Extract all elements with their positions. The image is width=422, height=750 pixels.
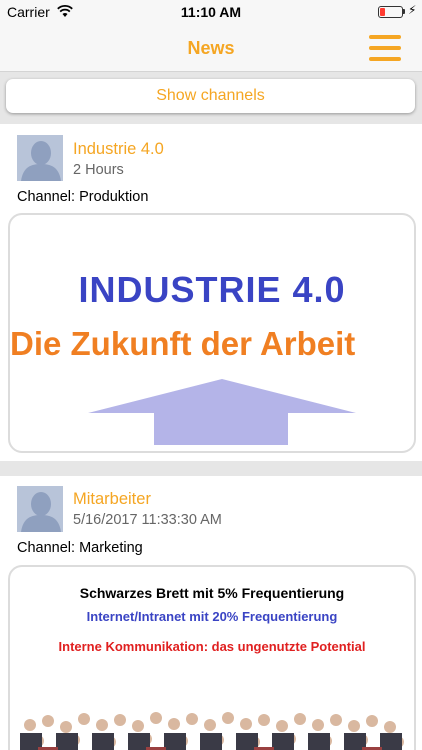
show-channels-button[interactable]: Show channels <box>6 79 415 113</box>
person-silhouette-icon <box>17 486 63 532</box>
post-time: 2 Hours <box>73 162 124 178</box>
image-subline: Die Zukunft der Arbeit <box>10 325 356 362</box>
post-image[interactable]: INDUSTRIE 4.0 Die Zukunft der Arbeit <box>8 213 416 453</box>
post-image[interactable]: Schwarzes Brett mit 5% Frequentierung In… <box>8 565 416 750</box>
battery-icon <box>378 6 403 18</box>
person-silhouette-icon <box>17 135 63 181</box>
avatar <box>17 135 63 181</box>
post-title[interactable]: Mitarbeiter <box>73 490 151 509</box>
image-line-2: Internet/Intranet mit 20% Frequentierung <box>86 609 338 624</box>
battery-tip <box>403 9 405 14</box>
post-channel: Channel: Marketing <box>17 540 143 556</box>
image-line-1: Schwarzes Brett mit 5% Frequentierung <box>79 585 345 601</box>
status-bar: Carrier 11:10 AM ⚡ <box>0 0 422 26</box>
post-title[interactable]: Industrie 4.0 <box>73 140 164 159</box>
clock: 11:10 AM <box>180 4 242 20</box>
image-headline: INDUSTRIE 4.0 <box>78 269 346 310</box>
page-title: News <box>187 38 235 58</box>
post-card[interactable]: Mitarbeiter 5/16/2017 11:33:30 AM Channe… <box>0 476 422 750</box>
up-arrow-graphic <box>88 379 356 445</box>
charging-bolt-icon: ⚡ <box>408 3 417 17</box>
post-card[interactable]: Industrie 4.0 2 Hours Channel: Produktio… <box>0 124 422 461</box>
image-line-3: Interne Kommunikation: das ungenutzte Po… <box>58 639 366 654</box>
crowd-photo <box>20 712 404 750</box>
post-time: 5/16/2017 11:33:30 AM <box>73 512 222 528</box>
post-channel: Channel: Produktion <box>17 189 149 205</box>
avatar <box>17 486 63 532</box>
hamburger-menu-icon[interactable] <box>369 35 401 61</box>
navigation-bar: News <box>0 26 422 72</box>
